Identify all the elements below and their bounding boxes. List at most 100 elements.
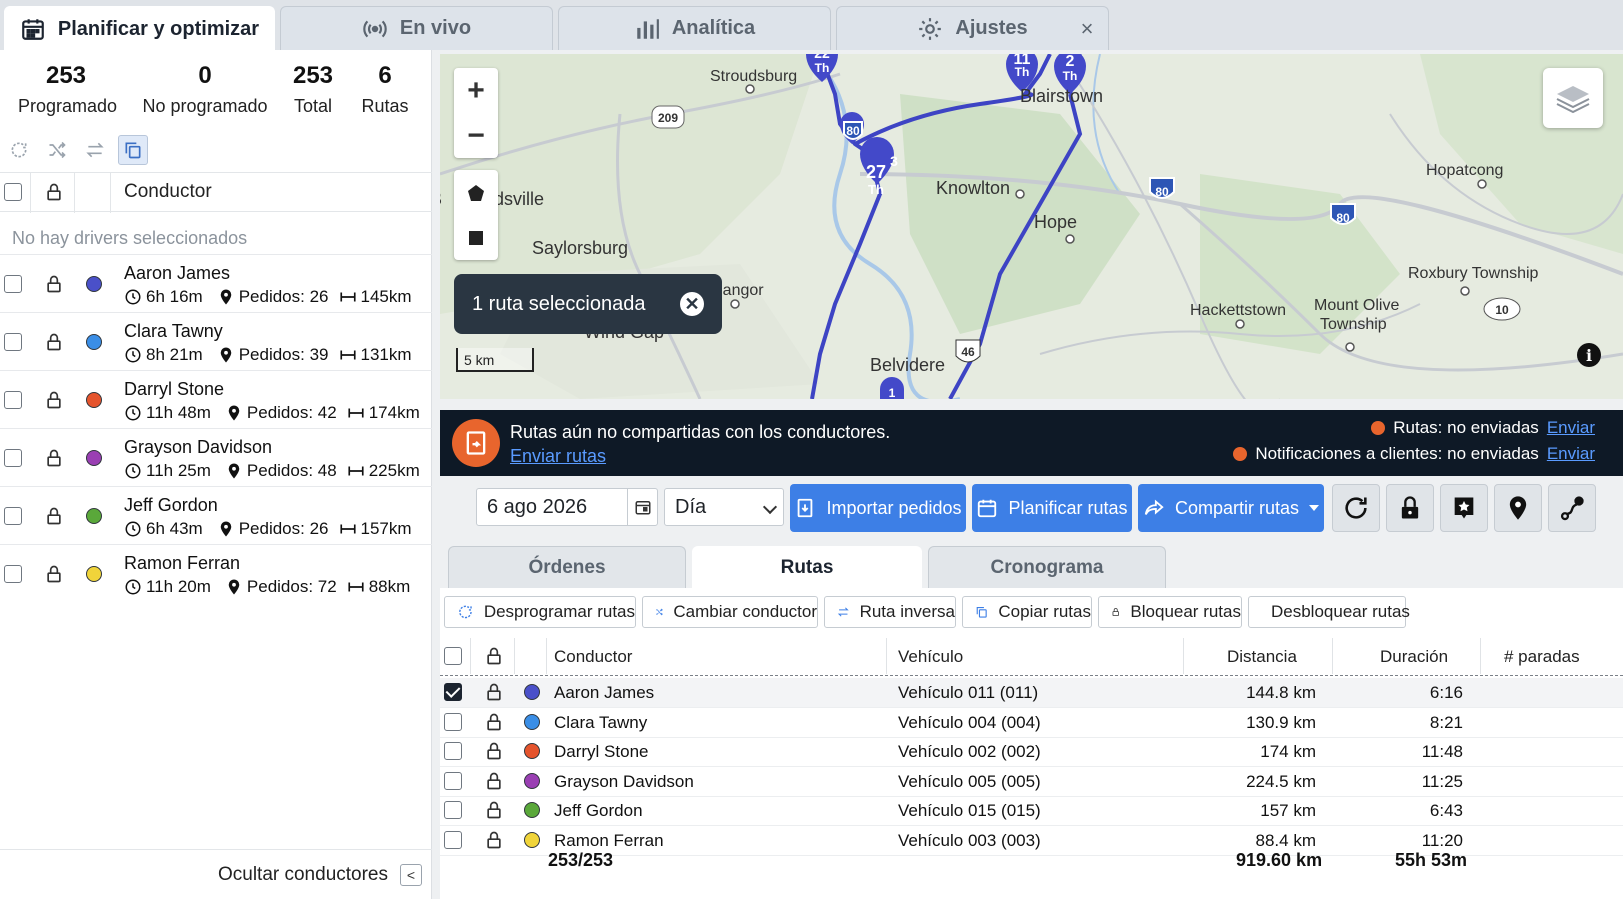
date-value: 6 ago 2026 xyxy=(487,495,588,518)
polygon-draw-button[interactable] xyxy=(454,170,498,215)
zoom-out-button[interactable]: − xyxy=(454,113,498,158)
unschedule-routes-button[interactable]: Desprogramar rutas xyxy=(444,596,636,628)
subtab-orders[interactable]: Órdenes xyxy=(448,546,686,588)
lock-icon[interactable] xyxy=(484,741,504,761)
share-routes-button[interactable]: Compartir rutas xyxy=(1138,484,1324,532)
lock-icon[interactable] xyxy=(44,390,64,410)
chevron-left-icon[interactable]: < xyxy=(400,863,422,886)
driver-distance: 145km xyxy=(360,287,412,306)
lock-icon[interactable] xyxy=(44,506,64,526)
svg-text:22: 22 xyxy=(814,54,830,61)
driver-name: Jeff Gordon xyxy=(124,495,218,515)
drivers-header: Conductor xyxy=(0,172,432,213)
driver-checkbox[interactable] xyxy=(4,391,22,409)
date-picker[interactable]: 6 ago 2026 xyxy=(476,488,658,526)
action-label: Cambiar conductor xyxy=(673,602,817,621)
driver-row[interactable]: Clara Tawny 8h 21m Pedidos: 39 131km xyxy=(0,312,432,372)
lock-icon[interactable] xyxy=(484,682,504,702)
lock-icon[interactable] xyxy=(44,332,64,352)
swap-icon[interactable] xyxy=(80,135,110,165)
column-driver[interactable]: Conductor xyxy=(554,647,632,667)
lock-icon[interactable] xyxy=(484,712,504,732)
route-duration: 6:16 xyxy=(1429,683,1463,702)
lock-icon xyxy=(487,647,501,665)
column-vehicle[interactable]: Vehículo xyxy=(898,647,963,667)
location-pin-button[interactable] xyxy=(1494,484,1542,532)
period-select[interactable]: Día xyxy=(664,488,784,526)
route-row[interactable]: Grayson Davidson Vehículo 005 (005) 224.5 … xyxy=(440,767,1623,797)
change-driver-button[interactable]: Cambiar conductor xyxy=(642,596,818,628)
plan-routes-button[interactable]: Planificar rutas xyxy=(972,484,1132,532)
subtab-schedule[interactable]: Cronograma xyxy=(928,546,1166,588)
driver-checkbox[interactable] xyxy=(4,333,22,351)
tab-analytics[interactable]: Analítica xyxy=(558,6,831,50)
refresh-icon[interactable] xyxy=(4,135,34,165)
route-checkbox[interactable] xyxy=(444,683,462,701)
select-all-checkbox[interactable] xyxy=(4,183,22,201)
map-view[interactable]: 27 Th 3 11 Th 2 Th 22 Th 10 1 209 80 80 xyxy=(440,54,1623,399)
driver-checkbox[interactable] xyxy=(4,565,22,583)
driver-tools xyxy=(4,134,148,166)
driver-row[interactable]: Aaron James 6h 16m Pedidos: 26 145km xyxy=(0,254,432,314)
send-routes-link[interactable]: Enviar rutas xyxy=(510,446,606,467)
info-icon[interactable]: i xyxy=(1577,343,1601,367)
refresh-button[interactable] xyxy=(1332,484,1380,532)
distance-icon xyxy=(348,408,364,418)
copy-routes-button[interactable]: Copiar rutas xyxy=(962,596,1092,628)
driver-checkbox[interactable] xyxy=(4,507,22,525)
lock-icon[interactable] xyxy=(484,771,504,791)
route-row[interactable]: Jeff Gordon Vehículo 015 (015) 157 km 6:43 xyxy=(440,796,1623,827)
tab-settings[interactable]: Ajustes × xyxy=(836,6,1109,50)
import-orders-button[interactable]: Importar pedidos xyxy=(790,484,966,532)
route-checkbox[interactable] xyxy=(444,801,462,820)
route-row[interactable]: Clara Tawny Vehículo 004 (004) 130.9 km 8:2… xyxy=(440,708,1623,738)
send-routes-status-link[interactable]: Enviar xyxy=(1547,418,1595,438)
driver-row[interactable]: Jeff Gordon 6h 43m Pedidos: 26 157km xyxy=(0,486,432,546)
tab-plan-optimize[interactable]: Planificar y optimizar xyxy=(4,6,275,51)
share-routes-label: Compartir rutas xyxy=(1174,497,1300,518)
clear-selection-icon[interactable]: ✕ xyxy=(680,292,704,316)
copy-icon[interactable] xyxy=(118,135,148,165)
lock-icon[interactable] xyxy=(484,800,504,820)
tab-live[interactable]: En vivo xyxy=(280,6,553,50)
layers-button[interactable] xyxy=(1543,68,1603,128)
route-row[interactable]: Darryl Stone Vehículo 002 (002) 174 km 11:4… xyxy=(440,737,1623,768)
route-checkbox[interactable] xyxy=(444,742,462,761)
reverse-route-button[interactable]: Ruta inversa xyxy=(824,596,956,628)
calendar-icon[interactable] xyxy=(627,489,657,525)
lock-icon[interactable] xyxy=(44,274,64,294)
shuffle-icon[interactable] xyxy=(42,135,72,165)
driver-row[interactable]: Darryl Stone 11h 48m Pedidos: 42 174km xyxy=(0,370,432,430)
column-duration[interactable]: Duración xyxy=(1380,647,1448,667)
stat-value: 253 xyxy=(292,62,334,89)
close-icon[interactable]: × xyxy=(1076,16,1098,41)
unlock-routes-button[interactable]: Desbloquear rutas xyxy=(1248,596,1410,628)
hide-drivers-label[interactable]: Ocultar conductores xyxy=(218,864,388,886)
driver-checkbox[interactable] xyxy=(4,449,22,467)
route-color-dot xyxy=(524,802,540,819)
total-orders: 253/253 xyxy=(548,850,614,870)
route-path-button[interactable] xyxy=(1548,484,1596,532)
column-distance[interactable]: Distancia xyxy=(1227,647,1297,667)
route-row[interactable]: Aaron James Vehículo 011 (011) 144.8 km 6:1… xyxy=(440,678,1623,708)
column-stops[interactable]: # paradas xyxy=(1504,647,1580,667)
select-all-routes-checkbox[interactable] xyxy=(444,647,462,665)
map-label: Knowlton xyxy=(936,178,1011,198)
lock-button[interactable] xyxy=(1386,484,1434,532)
bookmark-star-button[interactable] xyxy=(1440,484,1488,532)
clock-icon xyxy=(125,463,141,479)
driver-row[interactable]: Grayson Davidson 11h 25m Pedidos: 48 225km xyxy=(0,428,432,488)
driver-checkbox[interactable] xyxy=(4,275,22,293)
lock-icon[interactable] xyxy=(44,448,64,468)
route-checkbox[interactable] xyxy=(444,771,462,790)
stats-summary: 253 Programado 0 No programado 253 Total… xyxy=(0,62,432,122)
route-checkbox[interactable] xyxy=(444,712,462,731)
lock-icon[interactable] xyxy=(44,564,64,584)
driver-row[interactable]: Ramon Ferran 11h 20m Pedidos: 72 88km xyxy=(0,544,432,604)
lock-routes-button[interactable]: Bloquear rutas xyxy=(1098,596,1242,628)
subtab-routes[interactable]: Rutas xyxy=(692,546,922,588)
send-notifications-link[interactable]: Enviar xyxy=(1547,444,1595,464)
zoom-in-button[interactable]: + xyxy=(454,68,498,113)
rectangle-draw-button[interactable] xyxy=(454,215,498,260)
empty-selection-text: No hay drivers seleccionados xyxy=(12,228,248,248)
